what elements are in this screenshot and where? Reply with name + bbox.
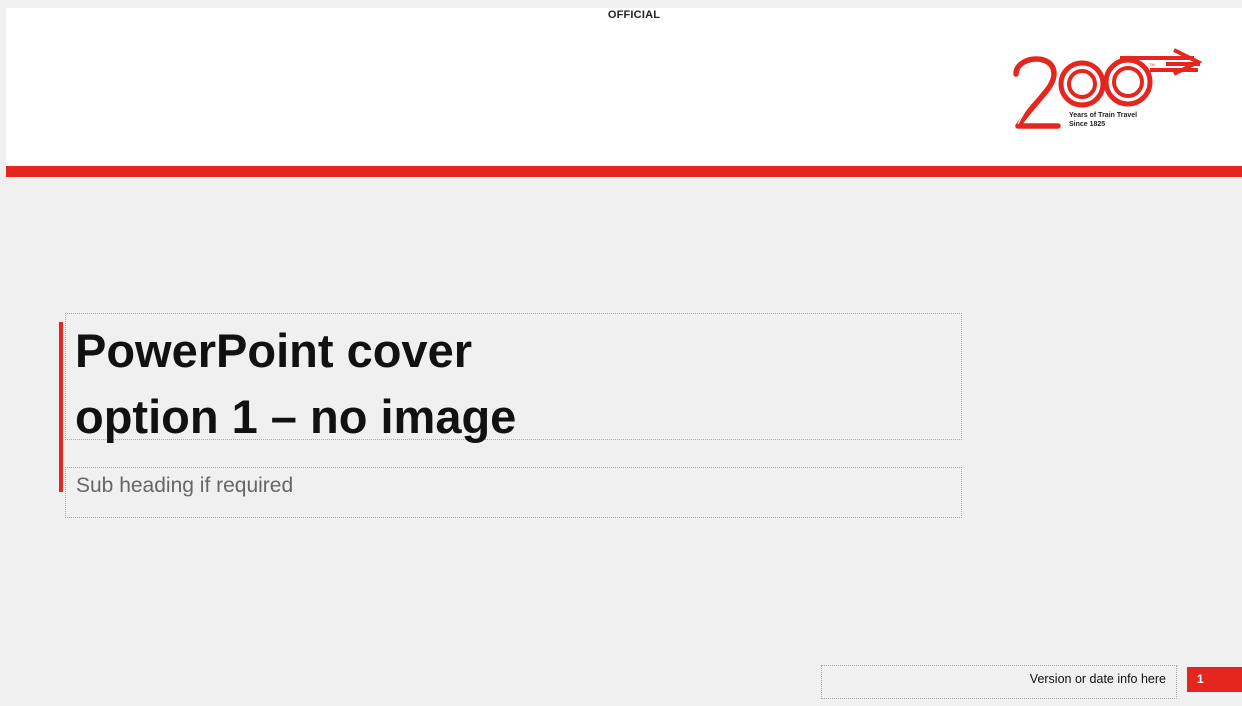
- slide-title: PowerPoint cover option 1 – no image: [75, 318, 516, 450]
- page-number-badge: 1: [1187, 667, 1242, 692]
- subtitle-placeholder[interactable]: Sub heading if required: [65, 467, 962, 518]
- slide: OFFICIAL TM Years of Train Travel Since …: [0, 0, 1242, 706]
- title-accent-bar: [59, 322, 63, 492]
- slide-title-line2: option 1 – no image: [75, 390, 517, 443]
- logo-caption-line1: Years of Train Travel: [1069, 112, 1138, 119]
- classification-label: OFFICIAL: [607, 9, 661, 21]
- slide-title-line1: PowerPoint cover: [75, 324, 472, 377]
- title-placeholder[interactable]: PowerPoint cover option 1 – no image: [65, 313, 962, 443]
- header-divider: [6, 166, 1242, 177]
- logo-caption-line2: Since 1825: [1069, 121, 1106, 128]
- footer-text: Version or date info here: [1029, 672, 1166, 686]
- footer-placeholder[interactable]: Version or date info here: [821, 665, 1177, 699]
- slide-subtitle: Sub heading if required: [76, 474, 294, 497]
- logo-caption: Years of Train Travel Since 1825: [1069, 111, 1137, 129]
- svg-text:TM: TM: [1149, 62, 1155, 67]
